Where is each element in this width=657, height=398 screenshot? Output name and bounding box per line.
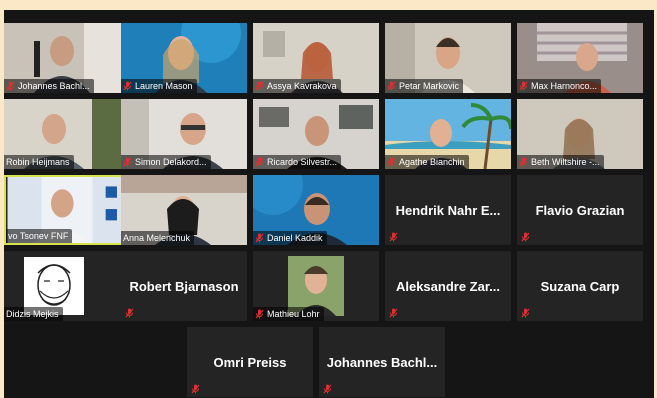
participant-name-label: Petar Markovic <box>385 79 464 93</box>
participant-name-label: Ricardo Silvestr... <box>253 155 342 169</box>
participant-name-label: Beth Wiltshire -... <box>517 155 604 169</box>
participant-name: Johannes Bachl... <box>326 354 438 370</box>
participant-tile-active-speaker[interactable]: vo Tsonev FNF <box>4 175 130 245</box>
participant-name: Flavio Grazian <box>535 202 625 218</box>
participant-tile[interactable]: Suzana Carp <box>517 251 643 321</box>
participant-name: Lauren Mason <box>135 81 193 91</box>
participant-tile[interactable]: Agathe Bianchin <box>385 99 511 169</box>
participant-tile[interactable]: Lauren Mason <box>121 23 247 93</box>
participant-name: Beth Wiltshire -... <box>531 157 600 167</box>
participant-name: Didzis Mejkis <box>6 309 59 319</box>
participant-tile[interactable]: Petar Markovic <box>385 23 511 93</box>
mic-muted-icon <box>123 157 132 167</box>
participant-name-label: Max Harnonco... <box>517 79 602 93</box>
participant-tile[interactable]: Hendrik Nahr E... <box>385 175 511 245</box>
participant-name: Mathieu Lohr <box>267 309 320 319</box>
mic-muted-icon <box>521 308 530 318</box>
participant-tile[interactable]: Robin Heijmans <box>4 99 130 169</box>
participant-name: Robert Bjarnason <box>129 278 239 294</box>
mic-muted-icon <box>521 232 530 242</box>
mic-muted-icon <box>255 157 264 167</box>
participant-name: Suzana Carp <box>540 278 620 294</box>
mic-muted-icon <box>6 81 15 91</box>
participant-name: Johannes Bachl... <box>18 81 90 91</box>
mic-muted-icon <box>255 233 264 243</box>
mic-muted-icon <box>191 384 200 394</box>
participant-tile[interactable]: Johannes Bachl... <box>4 23 130 93</box>
participant-tile[interactable]: Daniel Kaddik <box>253 175 379 245</box>
mic-muted-icon <box>123 81 132 91</box>
mic-muted-icon <box>519 157 528 167</box>
participant-name: Daniel Kaddik <box>267 233 323 243</box>
mic-muted-icon <box>125 308 134 318</box>
mic-muted-icon <box>389 308 398 318</box>
participant-name-label: Johannes Bachl... <box>4 79 94 93</box>
mic-muted-icon <box>323 384 332 394</box>
mic-muted-icon <box>519 81 528 91</box>
zoom-gallery-view: Johannes Bachl... Lauren Mason Assya Kav… <box>4 10 654 398</box>
participant-name: Agathe Bianchin <box>399 157 465 167</box>
participant-name: Assya Kavrakova <box>267 81 337 91</box>
participant-name: Hendrik Nahr E... <box>395 202 501 218</box>
mic-muted-icon <box>387 157 396 167</box>
participant-name: Max Harnonco... <box>531 81 598 91</box>
participant-tile[interactable]: Anna Melenchuk <box>121 175 247 245</box>
participant-tile[interactable]: Aleksandre Zar... <box>385 251 511 321</box>
mic-muted-icon <box>387 81 396 91</box>
participant-name-label: Agathe Bianchin <box>385 155 469 169</box>
participant-name-label: Robin Heijmans <box>4 155 74 169</box>
participant-tile[interactable]: Beth Wiltshire -... <box>517 99 643 169</box>
participant-name: vo Tsonev FNF <box>8 231 69 241</box>
participant-tile[interactable]: Simon Delakord... <box>121 99 247 169</box>
participant-name: Anna Melenchuk <box>123 233 191 243</box>
participant-name: Ricardo Silvestr... <box>267 157 338 167</box>
mic-muted-icon <box>255 81 264 91</box>
participant-tile[interactable]: Assya Kavrakova <box>253 23 379 93</box>
participant-tile[interactable]: Didzis Mejkis <box>4 251 130 321</box>
participant-name-label: Simon Delakord... <box>121 155 211 169</box>
participant-name-label: Mathieu Lohr <box>253 307 324 321</box>
participant-name-label: Lauren Mason <box>121 79 197 93</box>
participant-tile[interactable]: Ricardo Silvestr... <box>253 99 379 169</box>
participant-name: Petar Markovic <box>399 81 460 91</box>
participant-tile[interactable]: Robert Bjarnason <box>121 251 247 321</box>
participant-name-label: Daniel Kaddik <box>253 231 327 245</box>
mic-muted-icon <box>389 232 398 242</box>
mic-muted-icon <box>255 309 264 319</box>
participant-tile[interactable]: Flavio Grazian <box>517 175 643 245</box>
participant-name: Omri Preiss <box>213 354 287 370</box>
participant-name: Robin Heijmans <box>6 157 70 167</box>
participant-name: Simon Delakord... <box>135 157 207 167</box>
participant-name-label: Assya Kavrakova <box>253 79 341 93</box>
participant-name-label: Didzis Mejkis <box>4 307 63 321</box>
participant-name-label: Anna Melenchuk <box>121 231 195 245</box>
participant-tile[interactable]: Omri Preiss <box>187 327 313 397</box>
participant-name-label: vo Tsonev FNF <box>6 229 73 243</box>
participant-name: Aleksandre Zar... <box>395 278 501 294</box>
participant-tile[interactable]: Mathieu Lohr <box>253 251 379 321</box>
participant-tile[interactable]: Max Harnonco... <box>517 23 643 93</box>
participant-tile[interactable]: Johannes Bachl... <box>319 327 445 397</box>
